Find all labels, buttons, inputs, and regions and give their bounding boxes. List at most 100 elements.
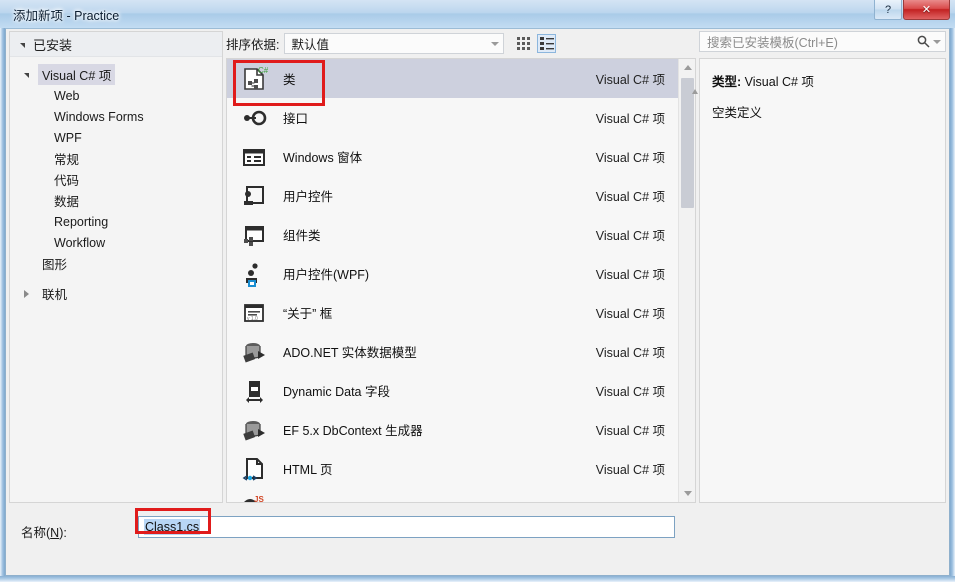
installed-header[interactable]: 已安装 (10, 32, 222, 57)
tree-item-web[interactable]: Web (10, 85, 222, 106)
template-item-dynamic-data-field[interactable]: Dynamic Data 字段 Visual C# 项 (227, 371, 679, 410)
tree-item-workflow[interactable]: Workflow (10, 232, 222, 253)
list-view-button[interactable] (537, 34, 557, 53)
name-input-value: Class1.cs (144, 519, 201, 535)
sort-by-value: 默认值 (291, 38, 329, 52)
name-input[interactable]: Class1.cs (138, 516, 675, 538)
template-item-kind: Visual C# 项 (595, 73, 665, 87)
list-view-icon (539, 37, 554, 50)
add-new-item-dialog-window: 添加新项 - Practice ? ✕ 已安装 Visual C# 项 Web … (0, 0, 955, 582)
title-bar[interactable]: 添加新项 - Practice ? ✕ (0, 0, 955, 28)
template-item-jscript-file[interactable]: JS (227, 488, 679, 502)
template-item-ef-dbcontext-generator[interactable]: EF 5.x DbContext 生成器 Visual C# 项 (227, 410, 679, 449)
close-button[interactable]: ✕ (903, 0, 950, 20)
component-class-icon (239, 220, 269, 250)
installed-templates-panel: 已安装 Visual C# 项 Web Windows Forms WPF 常规… (9, 31, 223, 503)
tree-item-label: Windows Forms (54, 109, 144, 124)
tree-item-label: 常规 (54, 153, 80, 167)
name-label-suffix: ): (59, 526, 67, 540)
template-item-name: ADO.NET 实体数据模型 (283, 346, 417, 360)
class-file-icon: C# (239, 64, 269, 94)
template-type-value: Visual C# 项 (744, 75, 814, 89)
sort-by-dropdown[interactable]: 默认值 (284, 33, 505, 54)
close-icon: ✕ (921, 4, 932, 16)
template-item-ado-net-entity-model[interactable]: ADO.NET 实体数据模型 Visual C# 项 (227, 332, 679, 371)
template-item-class[interactable]: C# 类 Visual C# 项 (227, 59, 679, 98)
template-item-kind: Visual C# 项 (595, 190, 665, 204)
tree-item-visual-csharp[interactable]: Visual C# 项 (10, 64, 222, 85)
view-mode-buttons (514, 34, 557, 53)
tree-item-label: 数据 (54, 195, 80, 209)
template-item-wpf-user-control[interactable]: 用户控件(WPF) Visual C# 项 (227, 254, 679, 293)
tree-item-general[interactable]: 常规 (10, 148, 222, 169)
tree-item-label: Reporting (54, 214, 109, 229)
template-item-windows-form[interactable]: Windows 窗体 Visual C# 项 (227, 137, 679, 176)
template-item-user-control[interactable]: 用户控件 Visual C# 项 (227, 176, 679, 215)
window-border-bottom (0, 576, 955, 582)
jscript-file-icon: JS (239, 493, 269, 503)
window-title: 添加新项 - Practice (13, 9, 120, 23)
search-templates-field[interactable]: 搜索已安装模板(Ctrl+E) (699, 31, 946, 52)
wpf-user-control-icon (239, 259, 269, 289)
scroll-up-button[interactable] (679, 59, 695, 76)
template-description: 空类定义 (712, 106, 763, 120)
interface-icon (239, 103, 269, 133)
templates-panel: 排序依据: 默认值 C# 类 Visual C# 项 接口 Visual C# … (226, 31, 696, 503)
window-controls: ? ✕ (873, 0, 950, 20)
expander-icon[interactable] (24, 71, 38, 78)
ado-net-entity-icon (239, 337, 269, 367)
tree-item-label: Web (54, 88, 80, 103)
template-item-about-box[interactable]: v 1.0 “关于” 框 Visual C# 项 (227, 293, 679, 332)
tree-item-wpf[interactable]: WPF (10, 127, 222, 148)
tree-item-graphics[interactable]: 图形 (10, 253, 222, 274)
name-label: 名称(N): (21, 522, 67, 541)
tree-item-windows-forms[interactable]: Windows Forms (10, 106, 222, 127)
template-item-kind: Visual C# 项 (595, 424, 665, 438)
search-controls (917, 35, 941, 48)
sort-by-label: 排序依据: (226, 38, 280, 52)
panel-splitter[interactable] (692, 89, 698, 504)
dialog-footer: 名称(N): Class1.cs 添加(A) 取消 (6, 505, 949, 575)
dynamic-data-field-icon (239, 376, 269, 406)
chevron-down-icon[interactable] (933, 39, 941, 44)
template-details-box: 类型: Visual C# 项 空类定义 (699, 58, 946, 503)
user-control-icon (239, 181, 269, 211)
tree-item-reporting[interactable]: Reporting (10, 211, 222, 232)
tiles-view-button[interactable] (514, 34, 533, 53)
template-item-kind: Visual C# 项 (595, 151, 665, 165)
tiles-view-icon (516, 37, 530, 50)
svg-text:JS: JS (254, 495, 264, 503)
expander-icon[interactable] (24, 289, 38, 298)
html-page-icon (239, 454, 269, 484)
tree-item-label: WPF (54, 130, 82, 145)
question-mark-icon: ? (884, 3, 892, 16)
template-item-name: 组件类 (283, 229, 321, 243)
template-type-line: 类型: Visual C# 项 (712, 71, 935, 90)
tree-item-label: Visual C# 项 (38, 64, 116, 85)
ef-dbcontext-icon (239, 415, 269, 445)
template-item-html-page[interactable]: HTML 页 Visual C# 项 (227, 449, 679, 488)
search-input[interactable]: 搜索已安装模板(Ctrl+E) (707, 32, 838, 51)
template-item-name: 用户控件 (283, 190, 334, 204)
template-item-interface[interactable]: 接口 Visual C# 项 (227, 98, 679, 137)
template-item-name: HTML 页 (283, 463, 333, 477)
help-button[interactable]: ? (874, 0, 902, 20)
template-item-kind: Visual C# 项 (595, 463, 665, 477)
tree-item-label: 代码 (54, 174, 80, 188)
dialog-body: 已安装 Visual C# 项 Web Windows Forms WPF 常规… (5, 28, 950, 576)
arrow-up-icon (683, 65, 692, 70)
chevron-down-icon (20, 42, 25, 48)
svg-text:C#: C# (258, 66, 268, 75)
template-type-label: 类型: (712, 75, 742, 89)
tree-item-online[interactable]: 联机 (10, 283, 222, 304)
template-category-tree: Visual C# 项 Web Windows Forms WPF 常规 代码 … (10, 57, 222, 304)
template-item-name: Dynamic Data 字段 (283, 385, 390, 399)
template-item-component-class[interactable]: 组件类 Visual C# 项 (227, 215, 679, 254)
tree-item-code[interactable]: 代码 (10, 169, 222, 190)
tree-item-data[interactable]: 数据 (10, 190, 222, 211)
template-item-name: 类 (283, 73, 296, 87)
template-list: C# 类 Visual C# 项 接口 Visual C# 项 Windows … (227, 59, 679, 502)
tree-item-label: 联机 (42, 288, 68, 302)
name-label-prefix: 名称( (21, 526, 51, 540)
panels-container: 已安装 Visual C# 项 Web Windows Forms WPF 常规… (6, 29, 949, 505)
